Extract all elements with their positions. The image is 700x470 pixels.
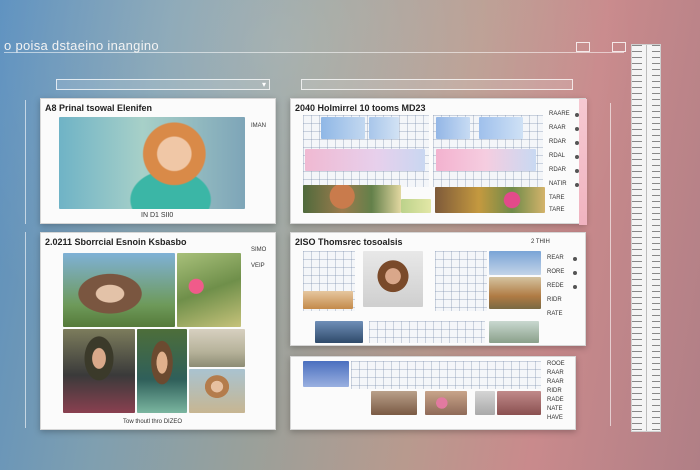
street-photo [189,329,245,367]
left-rail-bottom [25,232,26,428]
panel-mixed-layout[interactable]: 2ISO Thomsrec tosoalsis 2 THIH REAR RORE… [290,232,586,346]
grid-tile [436,117,470,139]
warm-photo [497,391,541,415]
grid-tile [369,117,399,139]
child-photo[interactable] [137,329,187,413]
landscape-photo [303,291,353,309]
ruler-icon[interactable] [631,44,661,432]
left-dropdown[interactable]: ▾ [56,79,270,90]
left-rail-top [25,100,26,224]
girl-photo[interactable] [189,369,245,413]
side-item: RDAL [549,153,566,159]
rock-photo [371,391,417,415]
grid-tile [479,117,523,139]
flower-photo[interactable] [177,253,241,327]
grid-tile [321,117,365,139]
side-item: RADE [547,397,564,403]
nature-photo[interactable] [303,185,401,213]
side-item: RIDR [547,297,562,303]
flower-photo [425,391,467,415]
app-title: o poisa dstaeino inangino [4,38,159,53]
panel-grid-layout[interactable]: 2040 Holmirrel 10 tooms MD23 RAARE RAAR … [290,98,587,225]
side-item: REAR [547,255,564,261]
panel-title: 2ISO Thomsrec tosoalsis [295,237,403,247]
flower-photo[interactable] [435,187,545,213]
panel-single-photo[interactable]: A8 Prinal tsowal Elenifen IMAN IN D1 SII… [40,98,276,224]
portrait-photo[interactable] [363,251,423,307]
side-item: ROOE [547,361,565,367]
grid-tile [436,149,536,171]
portrait-photo[interactable] [63,253,175,327]
panel-title: 2.0211 Sborrcial Esnoin Ksbasbo [45,237,187,247]
side-label: SIMO [251,247,267,253]
side-item: NATE [547,406,563,412]
side-item: RAARE [549,111,570,117]
side-item: TARE [549,207,565,213]
meadow-photo [489,321,539,343]
side-item: HAVE [547,415,563,421]
side-item: RATE [547,311,563,317]
field-photo [489,277,541,309]
portrait-photo[interactable] [59,117,245,209]
side-item: RDAR [549,139,567,145]
panel-edge [579,99,587,225]
side-item: NATIR [549,181,567,187]
grass-photo [401,199,431,213]
sky-photo [303,361,349,387]
layout-grid-top [351,361,541,389]
panel-caption: Tow thoutl thro DIZEO [123,419,183,425]
side-label: IMAN [251,123,266,129]
side-item: REDE [547,283,564,289]
window-icon-2[interactable] [612,42,626,52]
side-item: RIDR [547,388,562,394]
window-controls [576,42,626,52]
side-item: RAAR [547,379,564,385]
side-item: RAAR [549,125,566,131]
side-item: RORE [547,269,565,275]
layout-grid-bottom [369,321,485,343]
grid-tile [305,149,425,171]
panel-collage[interactable]: 2.0211 Sborrcial Esnoin Ksbasbo SIMO VEI… [40,232,276,430]
side-item: RAAR [547,370,564,376]
right-input[interactable] [301,79,573,90]
window-icon[interactable] [576,42,590,52]
right-rail [610,103,611,426]
small-photo [475,391,495,415]
side-item: RDAR [549,167,567,173]
panel-title: 2040 Holmirrel 10 tooms MD23 [295,103,426,113]
side-label: 2 THIH [531,239,550,245]
layout-grid-mid [435,251,487,311]
kids-photo[interactable] [63,329,135,413]
panel-strip-layout[interactable]: ROOE RAAR RAAR RIDR RADE NATE HAVE [290,356,576,430]
panel-title: A8 Prinal tsowal Elenifen [45,103,153,113]
sky-photo [489,251,541,275]
side-label-2: VEIP [251,263,265,269]
water-photo [315,321,363,343]
ruler-spine [646,45,647,431]
bullet-icon [573,285,577,289]
panel-caption: IN D1 SII0 [141,212,174,219]
bullet-icon [573,257,577,261]
side-item: TARE [549,195,565,201]
bullet-icon [573,271,577,275]
dropdown-chevron-icon: ▾ [261,80,266,89]
title-divider [4,52,624,53]
